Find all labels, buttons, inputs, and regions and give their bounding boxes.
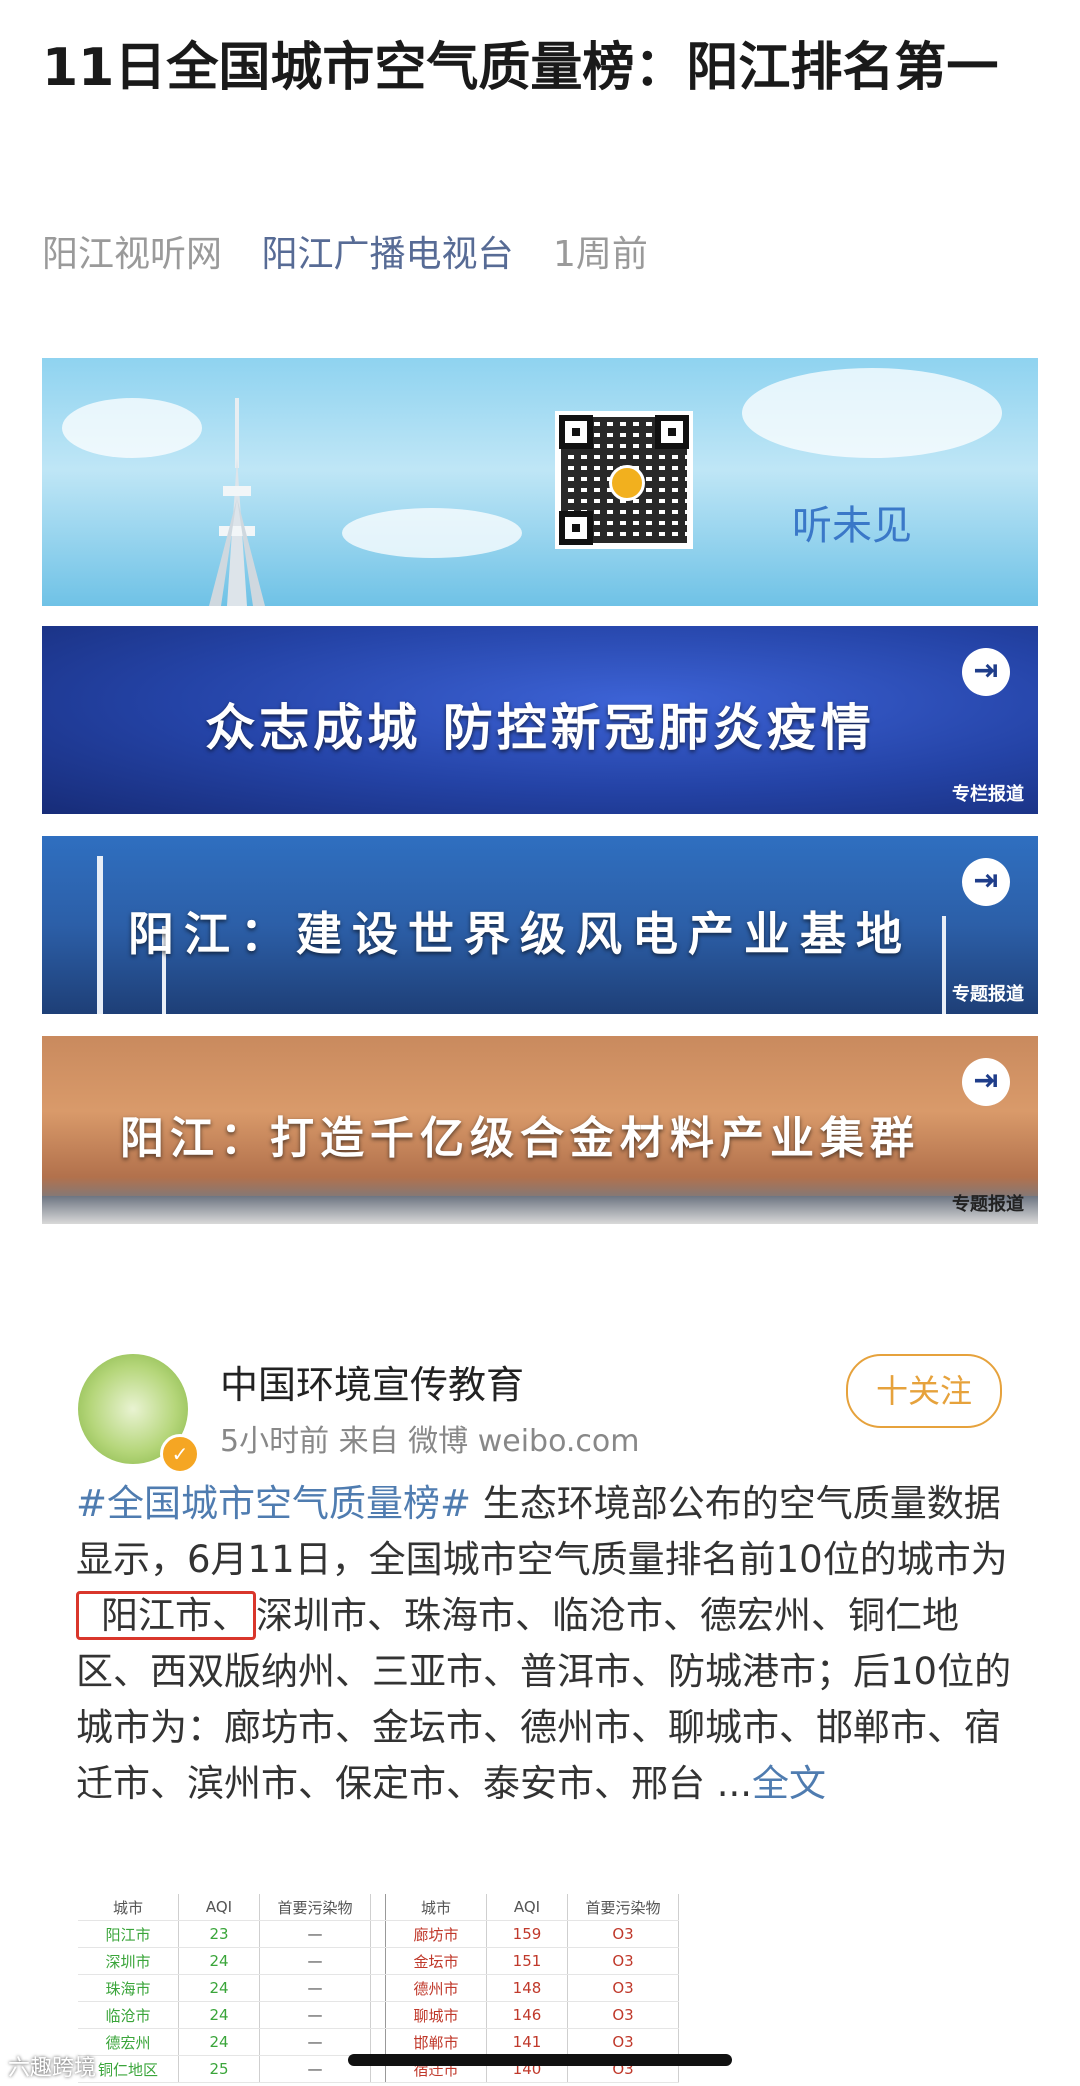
table-cell: O3 [567, 1920, 679, 1948]
table-row: 深圳市 24— 金坛市 151 O3 [78, 1947, 679, 1975]
table-row: 阳江市 23— 廊坊市 159 O3 [78, 1920, 679, 1948]
follow-button[interactable]: 十关注 [846, 1354, 1002, 1428]
banner-corner-label: 专题报道 [952, 1194, 1024, 1215]
table-cell: — [259, 2001, 371, 2029]
home-indicator[interactable] [348, 2054, 732, 2066]
table-cell: 146 [486, 2001, 568, 2029]
table-cell: 深圳市 [78, 1947, 179, 1975]
table-cell: 24 [178, 2001, 260, 2029]
table-cell: 德州市 [385, 1974, 487, 2002]
hashtag-link[interactable]: #全国城市空气质量榜# [76, 1482, 471, 1525]
table-cell: 24 [178, 2028, 260, 2056]
table-cell: 25 [178, 2055, 260, 2083]
table-cell: 24 [178, 1947, 260, 1975]
table-cell: O3 [567, 2001, 679, 2029]
table-header: 城市 [385, 1894, 487, 1921]
table-cell: 23 [178, 1920, 260, 1948]
table-header: 首要污染物 [567, 1894, 679, 1921]
banner-wind-power[interactable]: 阳江：建设世界级风电产业基地 ⇥ 专题报道 [42, 836, 1038, 1014]
post-meta: 5小时前 来自 微博 weibo.com [220, 1424, 640, 1459]
cloud-decoration [62, 398, 202, 458]
table-cell: 临沧市 [78, 2001, 179, 2029]
table-cell: — [259, 1920, 371, 1948]
highlighted-city: 阳江市、 [76, 1591, 256, 1640]
article-title: 11日全国城市空气质量榜：阳江排名第一 [42, 38, 999, 98]
table-divider [370, 1894, 386, 1921]
banner-qr[interactable]: 听未见 [42, 358, 1038, 606]
table-cell: 聊城市 [385, 2001, 487, 2029]
table-cell: — [259, 2028, 371, 2056]
article-time: 1周前 [552, 234, 648, 275]
table-cell: O3 [567, 1947, 679, 1975]
table-cell: 金坛市 [385, 1947, 487, 1975]
table-divider [370, 1947, 386, 1975]
table-row: 临沧市 24— 聊城市 146 O3 [78, 2001, 679, 2029]
table-row: 珠海市 24— 德州市 148 O3 [78, 1974, 679, 2002]
enter-icon[interactable]: ⇥ [962, 1058, 1010, 1106]
banner-slogan: 听未见 [792, 503, 912, 549]
table-cell: 阳江市 [78, 1920, 179, 1948]
banner-alloy-industry[interactable]: 阳江：打造千亿级合金材料产业集群 ⇥ 专题报道 [42, 1036, 1038, 1224]
table-cell: — [259, 1947, 371, 1975]
table-header: 城市 [78, 1894, 179, 1921]
table-cell: — [259, 1974, 371, 2002]
table-cell: 141 [486, 2028, 568, 2056]
banner-title: 众志成城 防控新冠肺炎疫情 [205, 699, 875, 757]
table-cell: 24 [178, 1974, 260, 2002]
watermark: 六趣跨境 [8, 2056, 97, 2081]
tv-tower-icon [209, 398, 265, 606]
table-cell: 151 [486, 1947, 568, 1975]
table-divider [370, 1920, 386, 1948]
cloud-decoration [342, 508, 522, 558]
banner-covid[interactable]: 众志成城 防控新冠肺炎疫情 ⇥ 专栏报道 [42, 626, 1038, 814]
banner-title: 阳江：打造千亿级合金材料产业集群 [120, 1113, 920, 1164]
qr-code [555, 411, 693, 549]
article-source: 阳江视听网 [42, 234, 223, 275]
banner-corner-label: 专题报道 [952, 984, 1024, 1005]
table-cell: O3 [567, 2028, 679, 2056]
table-cell: 148 [486, 1974, 568, 2002]
banner-corner-label: 专栏报道 [952, 784, 1024, 805]
table-cell: 廊坊市 [385, 1920, 487, 1948]
post-text: #全国城市空气质量榜# 生态环境部公布的空气质量数据显示，6月11日，全国城市空… [76, 1476, 1016, 1812]
verified-badge-icon: ✓ [160, 1434, 200, 1474]
read-more-link[interactable]: 全文 [752, 1762, 826, 1805]
enter-icon[interactable]: ⇥ [962, 858, 1010, 906]
banner-title: 阳江：建设世界级风电产业基地 [128, 907, 912, 961]
table-header: AQI [486, 1894, 568, 1921]
qr-logo-icon [609, 465, 645, 501]
weibo-post-card: ✓ 中国环境宣传教育 5小时前 来自 微博 weibo.com 十关注 #全国城… [42, 1318, 1038, 1838]
table-header: AQI [178, 1894, 260, 1921]
table-divider [370, 2028, 386, 2056]
table-divider [370, 2001, 386, 2029]
account-name[interactable]: 中国环境宣传教育 [220, 1354, 524, 1409]
table-cell: O3 [567, 1974, 679, 2002]
article-meta: 阳江视听网 阳江广播电视台 1周前 [42, 225, 648, 277]
table-header-row: 城市 AQI 首要污染物 城市 AQI 首要污染物 [78, 1894, 679, 1921]
table-divider [370, 1974, 386, 2002]
table-row: 德宏州 24— 邯郸市 141 O3 [78, 2028, 679, 2056]
article-account-link[interactable]: 阳江广播电视台 [261, 234, 513, 275]
table-cell: 159 [486, 1920, 568, 1948]
horizon-decoration [42, 1196, 1038, 1224]
enter-icon[interactable]: ⇥ [962, 648, 1010, 696]
cloud-decoration [742, 368, 1002, 458]
table-cell: 珠海市 [78, 1974, 179, 2002]
table-cell: 邯郸市 [385, 2028, 487, 2056]
table-header: 首要污染物 [259, 1894, 371, 1921]
